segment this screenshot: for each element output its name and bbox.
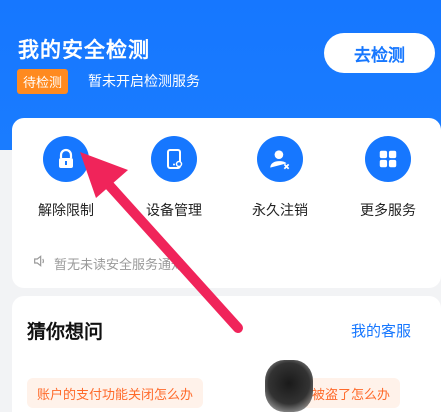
services-card: 解除限制 设备管理 永久注销 更多服务 暂无未读安全服务通知 (12, 118, 441, 288)
phone-icon (151, 136, 197, 182)
start-check-button[interactable]: 去检测 (324, 33, 435, 73)
user-cancel-icon (257, 136, 303, 182)
service-device-manage[interactable]: 设备管理 (124, 136, 224, 220)
status-text: 暂未开启检测服务 (88, 74, 200, 90)
faq-card: 猜你想问 我的客服 账户的支付功能关闭怎么办 被盗了怎么办 (12, 296, 441, 412)
faq-title: 猜你想问 (27, 321, 104, 343)
status-badge: 待检测 (17, 69, 69, 94)
lock-icon (43, 136, 89, 182)
question-chip[interactable]: 账户的支付功能关闭怎么办 (27, 378, 204, 408)
speaker-icon (32, 253, 48, 273)
service-unlock[interactable]: 解除限制 (16, 136, 116, 220)
redacted-blur (265, 360, 313, 412)
service-label: 设备管理 (146, 203, 202, 219)
my-service-link[interactable]: 我的客服 (351, 320, 411, 341)
notice-bar[interactable]: 暂无未读安全服务通知 (32, 253, 184, 273)
service-label: 更多服务 (360, 203, 416, 219)
service-cancel-account[interactable]: 永久注销 (230, 136, 330, 220)
service-label: 永久注销 (252, 203, 308, 219)
question-chip[interactable]: 被盗了怎么办 (302, 378, 401, 408)
service-more[interactable]: 更多服务 (338, 136, 438, 220)
grid-icon (365, 136, 411, 182)
notice-text: 暂无未读安全服务通知 (54, 257, 185, 273)
service-label: 解除限制 (38, 203, 94, 219)
page-title: 我的安全检测 (18, 38, 150, 62)
